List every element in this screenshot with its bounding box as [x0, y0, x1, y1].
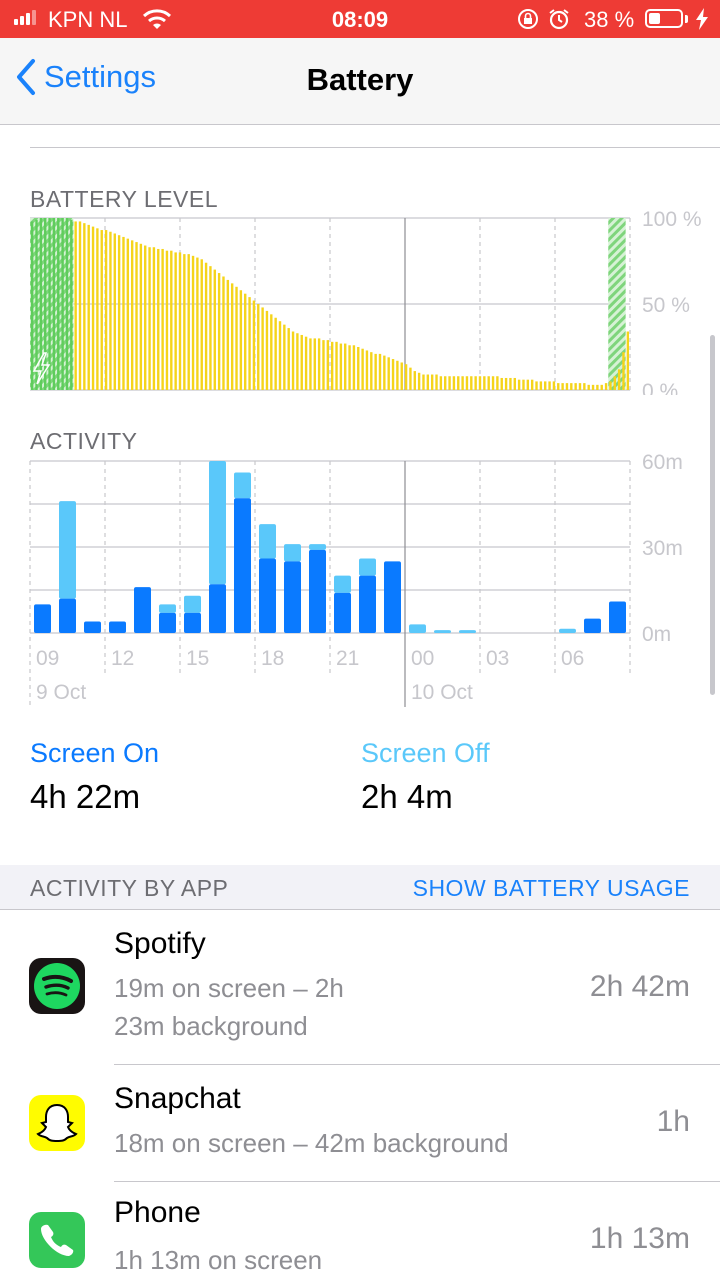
screen-off-bar	[159, 604, 176, 613]
screen-on-value: 4h 22m	[30, 778, 141, 815]
screen-on-bar	[234, 498, 251, 633]
page-title: Battery	[306, 62, 414, 97]
screen-off-bar	[559, 628, 576, 633]
date-label: 10 Oct	[411, 681, 473, 704]
screen-off-bar	[184, 595, 201, 613]
battery-percentage: 38 %	[584, 7, 635, 32]
screen-on-bar	[259, 558, 276, 633]
screen-on-bar	[384, 561, 401, 633]
screen-on-bar	[359, 575, 376, 633]
phone-icon	[29, 1212, 85, 1268]
y-tick-label: 0m	[642, 623, 671, 646]
screen-on-bar	[209, 584, 226, 633]
screen-off-bar	[209, 461, 226, 585]
date-label: 9 Oct	[36, 681, 86, 704]
screen-off-value: 2h 4m	[361, 778, 453, 815]
app-name: Phone	[114, 1196, 201, 1229]
battery-content[interactable]: BATTERY LEVEL 100 % 50 % 0 % ACTIVITY 60m 3…	[0, 125, 720, 1280]
screen-off-bar	[234, 472, 251, 499]
show-battery-usage-link[interactable]: SHOW BATTERY USAGE	[413, 875, 690, 902]
x-tick-label: 18	[261, 647, 284, 670]
screen-on-bar	[59, 598, 76, 633]
battery-icon	[645, 9, 683, 28]
alarm-icon	[549, 9, 569, 30]
y-tick-label: 60m	[642, 451, 683, 474]
x-tick-label: 21	[336, 647, 359, 670]
screen-off-bar	[334, 575, 351, 593]
orientation-lock-icon	[518, 9, 538, 29]
screen-off-bar	[359, 558, 376, 576]
activity-by-app-label: ACTIVITY BY APP	[30, 875, 229, 901]
x-tick-label: 06	[561, 647, 584, 670]
app-row-snapchat[interactable]: Snapchat 18m on screen – 42m background …	[0, 1065, 720, 1182]
status-bar: KPN NL 08:09 38 %	[0, 0, 720, 38]
screen-on-bar	[184, 612, 201, 633]
battery-fill	[649, 13, 661, 24]
screen-on-bar	[334, 592, 351, 633]
battery-tip	[685, 15, 688, 23]
screen-off-bar	[409, 624, 426, 633]
screen-off-bar	[434, 630, 451, 633]
charging-bolt-icon	[696, 8, 708, 30]
app-time: 1h 13m	[589, 1222, 690, 1255]
navigation-bar: Settings Battery	[0, 38, 720, 125]
screen-off-bar	[59, 501, 76, 599]
x-tick-label: 00	[411, 647, 434, 670]
app-detail: 18m on screen – 42m background	[114, 1128, 509, 1158]
y-tick-label: 30m	[642, 537, 683, 560]
screen-on-bar	[34, 604, 51, 633]
spotify-icon	[29, 958, 85, 1014]
screen-on-bar	[159, 612, 176, 633]
app-time: 1h	[656, 1105, 690, 1138]
activity-chart: 60m 30m 0m 09 12 15 18 21 00 03 06 9 Oct 10 Oct	[29, 451, 683, 707]
snapchat-icon	[29, 1095, 85, 1151]
screen-on-label: Screen On	[30, 738, 160, 768]
screen-on-bar	[284, 561, 301, 633]
screen-on-bar	[584, 618, 601, 633]
screen-off-bar	[259, 524, 276, 559]
screen-off-label: Screen Off	[361, 738, 490, 768]
screen-on-bar	[609, 601, 626, 633]
screen-off-bar	[459, 630, 476, 633]
app-name: Spotify	[114, 927, 206, 960]
screen-on-bar	[109, 621, 126, 633]
screen-off-bar	[284, 544, 301, 562]
activity-by-app-header: ACTIVITY BY APP SHOW BATTERY USAGE	[0, 865, 720, 909]
app-name: Snapchat	[114, 1082, 241, 1115]
app-detail: 19m on screen – 2h 23m background	[114, 973, 344, 1041]
screen-on-bar	[309, 549, 326, 633]
scroll-indicator[interactable]	[710, 335, 715, 695]
screen-on-bar	[84, 621, 101, 633]
app-row-spotify[interactable]: Spotify 19m on screen – 2h 23m backgroun…	[0, 910, 720, 1065]
screen-off-bar	[309, 544, 326, 550]
screen-on-bar	[134, 587, 151, 633]
app-row-phone[interactable]: Phone 1h 13m on screen 1h 13m	[0, 1182, 720, 1280]
x-tick-label: 03	[486, 647, 509, 670]
app-detail: 1h 13m on screen	[114, 1245, 323, 1275]
x-tick-label: 15	[186, 647, 209, 670]
app-time: 2h 42m	[589, 970, 690, 1003]
x-tick-label: 09	[36, 647, 59, 670]
x-tick-label: 12	[111, 647, 134, 670]
